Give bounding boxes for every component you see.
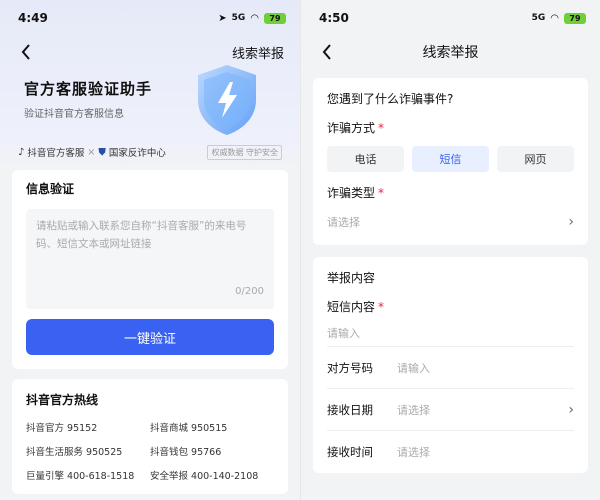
sms-placeholder: 请输入 [327,327,360,340]
signal-icon: 5G [531,13,546,23]
back-button[interactable] [317,42,337,62]
verify-card: 信息验证 请粘贴或输入联系您自称“抖音客服”的来电号码、短信文本或网址链接 0/… [12,170,288,369]
type-label-text: 诈骗类型 [327,186,376,200]
row-placeholder: 请输入 [397,361,430,375]
row-label: 接收日期 [327,402,373,417]
status-time: 4:50 [319,11,349,25]
hotline-heading: 抖音官方热线 [26,393,99,407]
nav-bar: 线索举报 [301,36,600,68]
question-heading: 您遇到了什么诈骗事件? [327,92,454,106]
fraud-event-card: 您遇到了什么诈骗事件? 诈骗方式 * 电话 短信 网页 诈骗类型 * 请选择 › [313,78,588,245]
row-placeholder: 请选择 [397,446,430,459]
status-bar: 4:50 5G ◠ 79 [301,0,600,36]
report-clue-link[interactable]: 线索举报 [232,43,284,62]
shield-lightning-icon [198,65,256,135]
status-time: 4:49 [18,11,48,25]
method-option-phone[interactable]: 电话 [327,146,404,172]
status-bar: 4:49 ➤ 5G ◠ 79 [0,0,300,36]
method-option-web[interactable]: 网页 [497,146,574,172]
hotline-item[interactable]: 抖音生活服务 950525 [26,444,150,458]
douyin-logo-icon: ♪ [18,146,25,158]
type-label: 诈骗类型 * [327,184,574,201]
verify-input[interactable]: 请粘贴或输入联系您自称“抖音客服”的来电号码、短信文本或网址链接 0/200 [26,209,274,309]
report-screen: 4:50 5G ◠ 79 线索举报 您遇到了什么诈骗事件? 诈骗方式 * 电话 短… [300,0,600,500]
verify-heading: 信息验证 [26,182,75,196]
battery-icon: 79 [264,12,286,24]
sms-content-input[interactable]: 请输入 [327,325,574,347]
chevron-left-icon [21,44,30,60]
receive-date-row[interactable]: 接收日期 请选择 › [327,389,574,431]
verify-assistant-screen: 4:49 ➤ 5G ◠ 79 线索举报 官方客服验证助手 验证抖音官方客服信息 [0,0,300,500]
trust-item-anti-fraud: 国家反诈中心 [108,148,166,159]
chevron-right-icon: › [568,214,574,230]
hero: 官方客服验证助手 验证抖音官方客服信息 [0,65,300,138]
chevron-right-icon: › [568,401,574,418]
trust-bar: ♪ 抖音官方客服 × ⛊ 国家反诈中心 权威数据 守护安全 [12,138,288,166]
wifi-icon: ◠ [550,12,559,24]
type-placeholder: 请选择 [327,216,360,229]
signal-icon: 5G [231,13,246,23]
trust-separator: × [87,146,96,158]
wifi-icon: ◠ [250,12,259,24]
type-select[interactable]: 请选择 › [327,211,574,233]
required-mark: * [378,300,385,314]
hotline-item[interactable]: 抖音钱包 95766 [150,444,274,458]
method-option-sms[interactable]: 短信 [412,146,489,172]
report-heading: 举报内容 [327,271,376,285]
hotline-item[interactable]: 安全举报 400-140-2108 [150,468,274,482]
location-icon: ➤ [218,12,227,24]
row-label: 接收时间 [327,445,373,459]
page-title: 线索举报 [422,45,479,61]
char-counter: 0/200 [235,286,264,297]
verify-button[interactable]: 一键验证 [26,319,274,355]
sms-content-label: 短信内容 * [327,298,574,315]
method-label-text: 诈骗方式 [327,121,376,135]
status-icons: ➤ 5G ◠ 79 [218,12,286,24]
receive-time-row[interactable]: 接收时间 请选择 [327,431,574,473]
trust-tag: 权威数据 守护安全 [207,144,282,160]
police-badge-icon: ⛊ [98,146,106,158]
battery-icon: 79 [564,12,586,24]
hotline-item[interactable]: 抖音官方 95152 [26,420,150,434]
hotline-item[interactable]: 抖音商城 950515 [150,420,274,434]
required-mark: * [378,186,385,200]
hotline-item[interactable]: 巨量引擎 400-618-1518 [26,468,150,482]
row-placeholder: 请选择 [397,403,430,417]
counterparty-number-row[interactable]: 对方号码 请输入 [327,347,574,389]
back-button[interactable] [16,42,36,62]
report-content-card: 举报内容 短信内容 * 请输入 对方号码 请输入 接收日期 请选择 › 接收时间 … [313,257,588,473]
trust-item-douyin: 抖音官方客服 [27,148,85,159]
sms-label-text: 短信内容 [327,300,376,314]
verify-input-placeholder: 请粘贴或输入联系您自称“抖音客服”的来电号码、短信文本或网址链接 [36,220,247,250]
chevron-left-icon [322,44,331,60]
required-mark: * [378,121,385,135]
hotline-card: 抖音官方热线 抖音官方 95152 抖音商城 950515 抖音生活服务 950… [12,379,288,494]
hotline-grid: 抖音官方 95152 抖音商城 950515 抖音生活服务 950525 抖音钱… [26,420,274,482]
status-icons: 5G ◠ 79 [531,12,586,24]
row-label: 对方号码 [327,360,373,375]
method-segmented-control: 电话 短信 网页 [327,146,574,172]
method-label: 诈骗方式 * [327,119,574,136]
